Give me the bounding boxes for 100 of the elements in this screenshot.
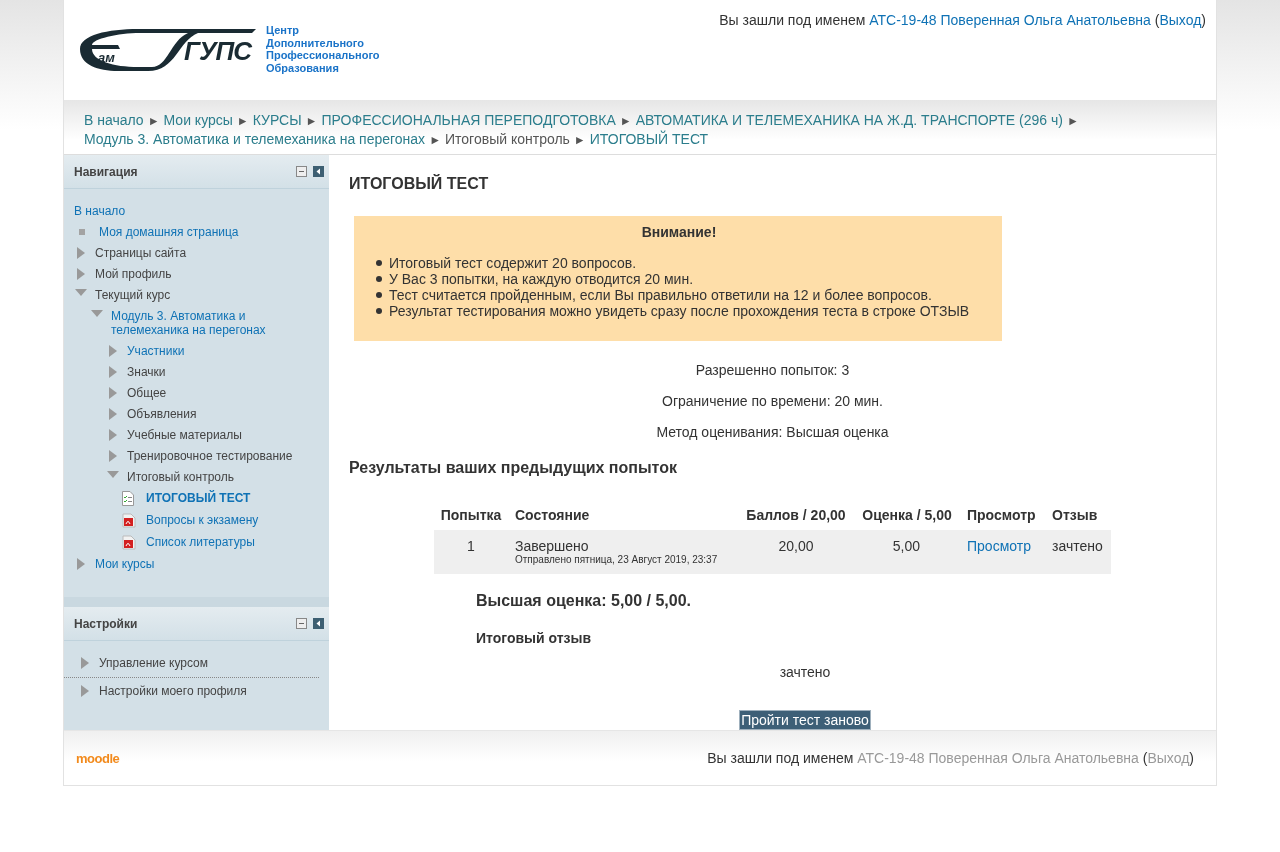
nav-link[interactable]: Моя домашняя страница: [99, 225, 239, 239]
column-header: Отзыв: [1051, 506, 1098, 525]
breadcrumb-link[interactable]: Модуль 3. Автоматика и телемеханика на перегонах: [84, 130, 426, 148]
collapse-icon[interactable]: [106, 470, 119, 479]
separator-icon: ►: [619, 112, 632, 130]
expand-icon[interactable]: [78, 684, 91, 697]
login-link[interactable]: АТС-19-48 Поверенная Ольга Анатольевна: [869, 12, 1151, 28]
section-title: Результаты ваших предыдущих попыток: [349, 459, 678, 477]
nav-item[interactable]: Общее: [127, 386, 167, 400]
expand-icon[interactable]: [106, 407, 119, 420]
nav-link[interactable]: Модуль 3. Автоматика и телемеханика на перегонах: [111, 309, 323, 337]
bullet-icon: [79, 229, 85, 235]
table-cell-text: Завершено: [515, 538, 590, 554]
expand-icon[interactable]: [106, 449, 119, 462]
retry-button[interactable]: Пройти тест заново: [739, 710, 871, 730]
separator-icon: ►: [147, 112, 160, 130]
dock-icon[interactable]: [313, 166, 324, 177]
login-link[interactable]: АТС-19-48 Поверенная Ольга Анатольевна: [857, 750, 1139, 766]
table-cell-text: 1: [467, 537, 475, 556]
login-text: Вы зашли под именем: [719, 12, 867, 28]
column-header: Попытка: [440, 506, 502, 525]
block-title: Настройки: [74, 616, 138, 631]
table-cell-text: зачтено: [1051, 537, 1103, 556]
separator-icon: ►: [429, 131, 441, 149]
nav-link[interactable]: Мои курсы: [95, 557, 155, 571]
expand-icon[interactable]: [106, 344, 119, 357]
submitted-text: Отправлено пятница, 23 Август 2019, 23:37: [515, 554, 718, 566]
breadcrumb-link[interactable]: АВТОМАТИКА И ТЕЛЕМЕХАНИКА НА Ж.Д. ТРАНСПОРТЕ (296 ч): [635, 111, 1063, 129]
column-header: Просмотр: [966, 506, 1036, 525]
minimize-icon[interactable]: [296, 166, 307, 177]
nav-item[interactable]: Настройки моего профиля: [99, 684, 247, 698]
login-link[interactable]: Выход: [1159, 12, 1202, 28]
nav-item[interactable]: Текущий курс: [95, 288, 171, 302]
nav-link[interactable]: В начало: [64, 202, 329, 220]
notice-text: У Вас 3 попытки, на каждую отводится 20 мин.: [389, 271, 694, 287]
nav-item[interactable]: Итоговый контроль: [127, 470, 234, 484]
pdf-icon: [122, 535, 138, 550]
login-text: ): [1201, 12, 1206, 28]
nav-item[interactable]: Управление курсом: [99, 656, 209, 670]
collapse-icon[interactable]: [74, 288, 87, 297]
login-text: (: [1141, 750, 1148, 766]
moodle-logo[interactable]: moodle: [76, 750, 120, 766]
minimize-icon[interactable]: [296, 618, 307, 629]
expand-icon[interactable]: [74, 246, 87, 259]
breadcrumb-link[interactable]: ИТОГОВЫЙ ТЕСТ: [589, 130, 709, 148]
review-link[interactable]: Просмотр: [967, 538, 1031, 554]
nav-item[interactable]: Мой профиль: [95, 267, 172, 281]
logo-tagline: Центр Дополнительного Профессионального Образования: [266, 24, 380, 74]
notice-title: Внимание!: [640, 224, 718, 240]
feedback-text: зачтено: [778, 664, 832, 680]
expand-icon[interactable]: [106, 386, 119, 399]
separator-icon: ►: [305, 112, 318, 130]
nav-item[interactable]: Тренировочное тестирование: [127, 449, 293, 463]
nav-item[interactable]: Объявления: [127, 407, 197, 421]
table-cell-text: 20,00: [778, 537, 814, 556]
expand-icon[interactable]: [74, 557, 87, 570]
expand-icon[interactable]: [74, 267, 87, 280]
bullet-icon: [376, 308, 382, 314]
nav-item[interactable]: Учебные материалы: [127, 428, 242, 442]
breadcrumb-link[interactable]: В начало: [84, 111, 144, 129]
login-link[interactable]: Выход: [1147, 750, 1190, 766]
column-header: Состояние: [514, 506, 590, 525]
feedback-title: Итоговый отзыв: [476, 630, 593, 646]
expand-icon[interactable]: [106, 365, 119, 378]
breadcrumb-link[interactable]: ПРОФЕССИОНАЛЬНАЯ ПЕРЕПОДГОТОВКА: [321, 111, 616, 129]
login-text: ): [1189, 750, 1194, 766]
pdf-icon: [122, 513, 138, 528]
separator-icon: ►: [1066, 112, 1079, 130]
table-cell-text: 5,00: [891, 537, 921, 556]
info-text: Разрешенно попыток: 3: [694, 361, 851, 380]
notice-text: Результат тестирования можно увидеть сразу после прохождения теста в строке ОТЗЫВ: [389, 303, 970, 319]
expand-icon[interactable]: [106, 428, 119, 441]
login-text: Вы зашли под именем: [707, 750, 855, 766]
dock-icon[interactable]: [313, 618, 324, 629]
notice-text: Тест считается пройденным, если Вы правильно ответили на 12 и более вопросов.: [389, 287, 932, 303]
notice-text: Итоговый тест содержит 20 вопросов.: [389, 255, 637, 271]
nav-link[interactable]: Участники: [127, 344, 185, 358]
nav-link[interactable]: Вопросы к экзамену: [146, 513, 259, 527]
breadcrumb-link[interactable]: КУРСЫ: [252, 111, 302, 129]
block-title: Навигация: [74, 164, 138, 179]
column-header: Баллов / 20,00: [746, 506, 846, 525]
bullet-icon: [376, 276, 382, 282]
separator-icon: ►: [573, 131, 586, 149]
breadcrumb-text: Итоговый контроль: [445, 130, 570, 148]
bullet-icon: [376, 260, 382, 266]
login-text: (: [1153, 12, 1160, 28]
expand-icon[interactable]: [78, 656, 91, 669]
column-header: Оценка / 5,00: [862, 506, 952, 525]
info-text: Ограничение по времени: 20 мин.: [661, 392, 884, 411]
breadcrumb-link[interactable]: Мои курсы: [163, 111, 233, 129]
nav-item[interactable]: Страницы сайта: [95, 246, 187, 260]
bullet-icon: [376, 292, 382, 298]
best-grade: Высшая оценка: 5,00 / 5,00.: [476, 592, 693, 610]
nav-link[interactable]: ИТОГОВЫЙ ТЕСТ: [146, 491, 251, 505]
collapse-icon[interactable]: [90, 309, 103, 318]
nav-link[interactable]: Список литературы: [146, 535, 255, 549]
info-text: Метод оценивания: Высшая оценка: [655, 423, 890, 442]
page-title: ИТОГОВЫЙ ТЕСТ: [349, 175, 490, 193]
separator-icon: ►: [236, 112, 249, 130]
nav-item[interactable]: Значки: [127, 365, 166, 379]
